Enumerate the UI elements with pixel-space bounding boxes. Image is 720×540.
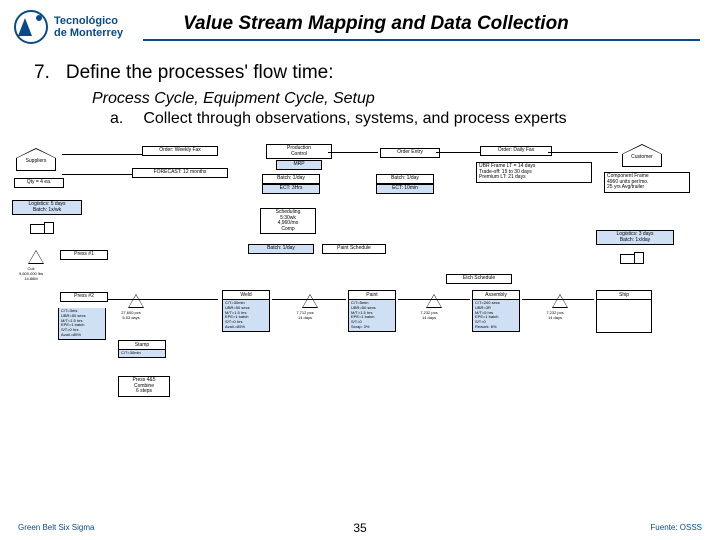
logo-line2: de Monterrey xyxy=(54,27,123,39)
truck-icon xyxy=(30,222,54,236)
suppliers-qty: Qty = 4 ea. xyxy=(14,178,64,188)
forecast-box: FORECAST: 12 months xyxy=(132,168,228,178)
ship-body xyxy=(596,300,652,333)
customer-label: Customer xyxy=(622,154,662,167)
ship-head: Ship xyxy=(596,290,652,300)
customer-lt: UBR Frame LT = 14 days Trade-off: 15 to … xyxy=(476,162,592,183)
line xyxy=(272,299,346,300)
item-text: Define the processes' flow time: xyxy=(66,62,334,84)
paint-sched: Paint Schedule xyxy=(322,244,386,254)
proc-weld: Weld C/T=30min UBR=50 secs M/T=1.5 hrs E… xyxy=(222,290,270,332)
scheduling-box: Scheduling 5:30wk 4,960/mo Comp xyxy=(260,208,316,234)
line xyxy=(108,299,218,300)
sub-row: a. Collect through observations, systems… xyxy=(110,110,680,128)
slide-footer: Green Belt Six Sigma 35 Fuente: OSSS xyxy=(0,523,720,532)
sub-italic: Process Cycle, Equipment Cycle, Setup xyxy=(92,90,680,108)
order-weekly-box: Order: Weekly Fax xyxy=(142,146,218,156)
paint-metrics: C/T=5min UBR=50 secs M/T=1.5 hrs EPE=1 b… xyxy=(348,300,396,332)
paint-head: Paint xyxy=(348,290,396,300)
ect-10min: ECT: 10min xyxy=(376,184,434,194)
footer-source: Fuente: OSSS xyxy=(650,523,702,532)
assembly-metrics: C/T=200 secs UBR=3R M/T=5 hrs EPE=1 batc… xyxy=(472,300,520,332)
title-wrap: Value Stream Mapping and Data Collection xyxy=(143,13,700,41)
order-entry-box: Order Entry xyxy=(380,148,440,158)
suppliers-label: Suppliers xyxy=(16,158,56,171)
batch-1day3: Batch: 1/day xyxy=(248,244,314,254)
vsm-diagram: Suppliers Qty = 4 ea. Order: Weekly Fax … xyxy=(12,144,708,444)
logo-text: Tecnológico de Monterrey xyxy=(54,15,123,39)
sub-text: Collect through observations, systems, a… xyxy=(143,110,566,128)
press2: Press #2 xyxy=(60,292,108,302)
comp-frame: Component Frame 4960 units per/mo. 25 yr… xyxy=(604,172,690,193)
press-metrics: C/T=3ms UBR=50 secs M/T=1.5 hrs EPE=1 ba… xyxy=(58,308,106,340)
content: 7. Define the processes' flow time: Proc… xyxy=(0,44,720,128)
batch-1day2: Batch: 1/day xyxy=(376,174,434,184)
line xyxy=(328,152,378,153)
logo-mark-icon xyxy=(14,10,48,44)
order-daily-box: Order: Daily Fax xyxy=(480,146,552,156)
proc-paint: Paint C/T=5min UBR=50 secs M/T=1.5 hrs E… xyxy=(348,290,396,332)
tri-4: 7,232 pcs 14 days xyxy=(540,310,570,320)
truck-icon xyxy=(620,252,644,266)
press45: Press 4&5 Combine 6 steps xyxy=(118,376,170,397)
arrow xyxy=(62,154,142,155)
line xyxy=(436,152,480,153)
sub-letter: a. xyxy=(110,110,123,128)
mrp-box: MRP xyxy=(276,160,322,170)
proc-ship: Ship xyxy=(596,290,652,333)
sub-content: Process Cycle, Equipment Cycle, Setup a.… xyxy=(92,90,680,128)
tri-2: 7,712 pcs 14 days xyxy=(290,310,320,320)
proc-press: C/T=3ms UBR=50 secs M/T=1.5 hrs EPE=1 ba… xyxy=(58,308,106,340)
logistics-out: Logistics: 3 days Batch: 1x/day xyxy=(596,230,674,245)
page-number: 35 xyxy=(353,521,366,535)
logo-line1: Tecnológico xyxy=(54,15,123,27)
etch-sched: Etch Schedule xyxy=(446,274,512,284)
ect-3hrs: ECT: 3Hrs xyxy=(262,184,320,194)
house-roof-icon xyxy=(622,144,662,154)
item-number: 7. xyxy=(34,62,50,84)
stamp-metrics: C/T=30min xyxy=(118,350,166,358)
inventory-triangle-icon xyxy=(302,294,318,308)
logistics-in: Logistics: 5 days Batch: 1x/wk xyxy=(12,200,82,215)
customer-house: Customer xyxy=(622,144,662,167)
weld-metrics: C/T=30min UBR=50 secs M/T=1.5 hrs EPE=1 … xyxy=(222,300,270,332)
footer-left: Green Belt Six Sigma xyxy=(18,523,94,532)
house-roof-icon xyxy=(16,148,56,158)
list-item: 7. Define the processes' flow time: xyxy=(34,62,680,84)
weld-head: Weld xyxy=(222,290,270,300)
proc-stamp: Stamp C/T=30min xyxy=(118,340,166,358)
slide-header: Tecnológico de Monterrey Value Stream Ma… xyxy=(0,0,720,44)
inventory-triangle-icon xyxy=(552,294,568,308)
prod-control-box: Production Control xyxy=(266,144,332,159)
line xyxy=(62,174,132,175)
inventory-triangle-icon xyxy=(128,294,144,308)
batch-1day: Batch: 1/day xyxy=(262,174,320,184)
tri-3: 7,232 pcs 14 days xyxy=(414,310,444,320)
logo: Tecnológico de Monterrey xyxy=(14,10,123,44)
inventory-triangle-icon xyxy=(426,294,442,308)
line xyxy=(398,299,470,300)
inventory-triangle-icon xyxy=(28,250,44,264)
tri-1: 27,600 pcs 5.53 days xyxy=(116,310,146,320)
tri-coil: Coil 9,600,000 lbs 14.88M xyxy=(16,266,46,281)
stamp-head: Stamp xyxy=(118,340,166,350)
slide-title: Value Stream Mapping and Data Collection xyxy=(143,13,700,41)
press1: Press #1 xyxy=(60,250,108,260)
assembly-head: Assembly xyxy=(472,290,520,300)
proc-assembly: Assembly C/T=200 secs UBR=3R M/T=5 hrs E… xyxy=(472,290,520,332)
suppliers-house: Suppliers xyxy=(16,148,56,171)
line xyxy=(522,299,594,300)
line xyxy=(548,152,618,153)
